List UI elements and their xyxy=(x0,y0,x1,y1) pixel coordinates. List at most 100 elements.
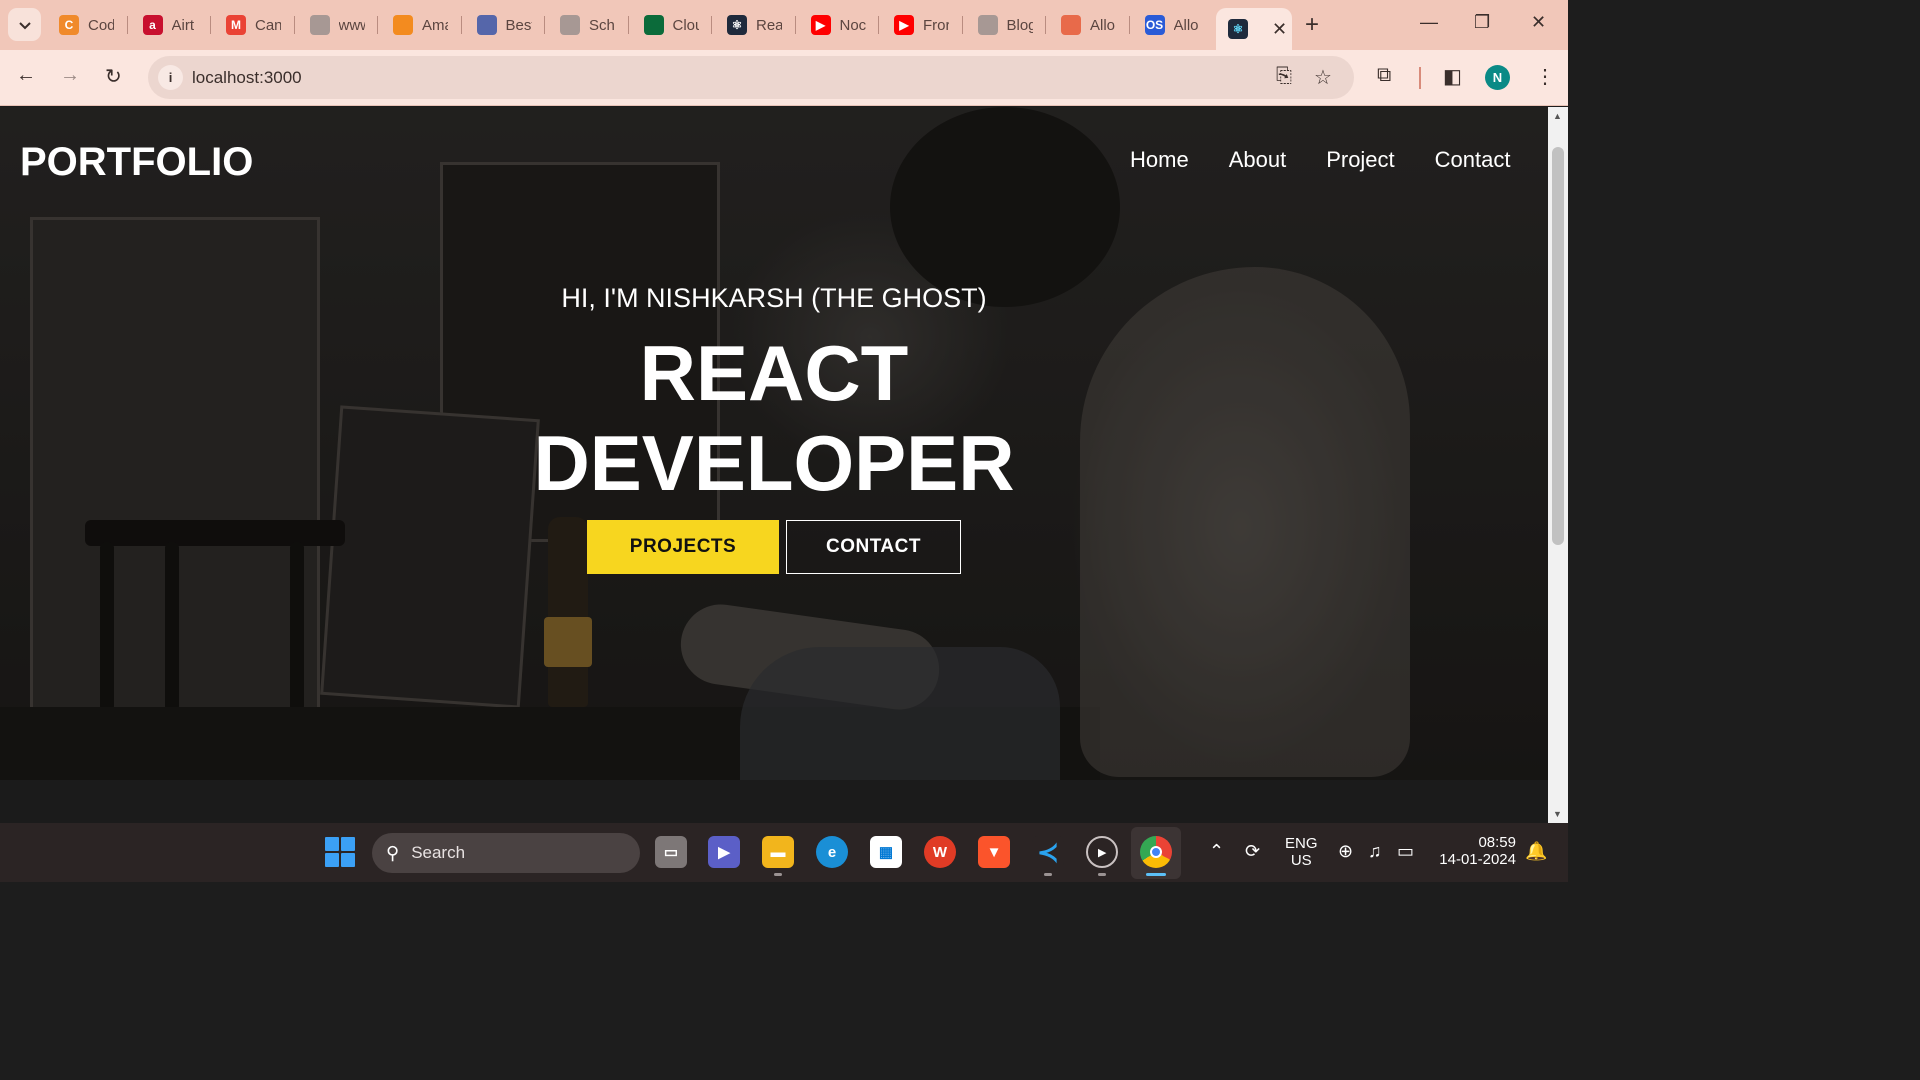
hero-section: PORTFOLIO Home About Project Contact HI,… xyxy=(0,107,1548,780)
tab-1[interactable]: a Airt xyxy=(129,8,198,42)
windows-start-icon[interactable] xyxy=(325,837,355,867)
new-tab-button[interactable]: + xyxy=(1305,11,1319,39)
tab-separator xyxy=(878,16,879,34)
windows-taskbar: ⚲ Search ▭ ▶ ▬ e ▦ W ▼ ≺ ▸ ⌃ ⟳ ENG US ⊕ … xyxy=(0,823,1568,882)
language-code: ENG xyxy=(1285,835,1318,852)
next-section xyxy=(0,780,1548,823)
install-app-icon[interactable]: ⎘ xyxy=(1276,65,1292,88)
extensions-icon[interactable]: ⧉ xyxy=(1377,64,1391,87)
tab-separator xyxy=(126,16,128,34)
brave-browser-icon[interactable]: ▼ xyxy=(978,836,1010,868)
tab-label: Blog xyxy=(1006,16,1033,34)
site-icon xyxy=(476,15,497,35)
vscode-icon[interactable]: ≺ xyxy=(1032,836,1064,868)
taskbar-search-placeholder: Search xyxy=(411,843,466,862)
chrome-icon[interactable] xyxy=(1140,836,1172,868)
codechef-icon: C xyxy=(59,15,79,35)
tab-label: Rea xyxy=(756,16,782,34)
taskbar-search[interactable]: ⚲ Search xyxy=(372,833,640,873)
minimize-icon[interactable]: — xyxy=(1420,12,1438,33)
mongodb-icon xyxy=(643,15,664,35)
back-arrow-icon[interactable]: ← xyxy=(16,64,36,87)
tab-active[interactable]: ⚛ ✕ xyxy=(1216,8,1292,50)
react-icon: ⚛ xyxy=(1228,19,1248,39)
more-menu-icon[interactable]: ⋮ xyxy=(1535,64,1555,89)
network-globe-icon[interactable]: ⊕ xyxy=(1338,841,1353,862)
tab-7[interactable]: Clou xyxy=(630,8,699,42)
tab-4[interactable]: Ama xyxy=(379,8,448,42)
scroll-up-icon[interactable]: ▲ xyxy=(1553,111,1562,121)
edge-browser-icon[interactable]: e xyxy=(816,836,848,868)
notification-bell-icon[interactable]: 🔔 xyxy=(1525,841,1547,862)
address-bar[interactable]: i localhost:3000 ⎘ ☆ xyxy=(148,56,1354,99)
tab-label: Cod xyxy=(88,16,114,34)
side-panel-icon[interactable]: ◧ xyxy=(1443,64,1462,89)
globe-icon xyxy=(977,15,998,35)
tab-8[interactable]: ⚛ Rea xyxy=(713,8,782,42)
globe-icon xyxy=(560,15,580,35)
tab-12[interactable]: Allo xyxy=(1047,8,1116,42)
hero-text-block: HI, I'M NISHKARSH (THE GHOST) REACT DEVE… xyxy=(0,283,1548,508)
tab-label: Airt xyxy=(171,16,195,34)
tab-separator xyxy=(293,16,295,34)
hero-title-line-1: REACT xyxy=(639,329,909,417)
tab-3[interactable]: www xyxy=(296,8,365,42)
tab-5[interactable]: Best xyxy=(463,8,532,42)
microsoft-store-icon[interactable]: ▦ xyxy=(870,836,902,868)
teams-chat-icon[interactable]: ▶ xyxy=(708,836,740,868)
volume-icon[interactable]: ♫ xyxy=(1368,841,1382,862)
tab-9[interactable]: ▶ Noc xyxy=(797,8,866,42)
tab-separator xyxy=(627,16,629,34)
clock[interactable]: 08:59 14-01-2024 xyxy=(1436,834,1516,868)
media-player-icon[interactable]: ▸ xyxy=(1086,836,1118,868)
forward-arrow-icon[interactable]: → xyxy=(60,64,80,87)
task-view-icon[interactable]: ▭ xyxy=(655,836,687,868)
sync-icon[interactable]: ⟳ xyxy=(1245,841,1260,862)
tab-6[interactable]: Sch xyxy=(546,8,615,42)
tab-separator xyxy=(961,16,963,34)
tab-search-button[interactable] xyxy=(8,8,41,41)
page-scrollbar[interactable]: ▲ ▼ xyxy=(1548,107,1568,823)
reload-icon[interactable]: ↻ xyxy=(105,64,122,89)
file-explorer-icon[interactable]: ▬ xyxy=(762,836,794,868)
search-icon: ⚲ xyxy=(386,842,400,863)
tab-2[interactable]: M Can xyxy=(212,8,281,42)
tab-11[interactable]: Blog xyxy=(964,8,1033,42)
clock-time: 08:59 xyxy=(1478,834,1516,851)
tab-label: Allo xyxy=(1090,16,1116,34)
site-info-icon[interactable]: i xyxy=(158,65,183,90)
tab-label: Fror xyxy=(923,16,949,34)
close-tab-icon[interactable]: ✕ xyxy=(1272,19,1287,40)
profile-avatar[interactable]: N xyxy=(1485,65,1510,90)
nav-link-home[interactable]: Home xyxy=(1130,147,1189,173)
tab-separator xyxy=(377,16,378,34)
tab-label: Best xyxy=(505,16,532,34)
tab-label: Can xyxy=(255,16,281,34)
chevron-down-icon xyxy=(18,21,31,29)
battery-icon[interactable]: ▭ xyxy=(1397,841,1414,862)
wps-office-icon[interactable]: W xyxy=(924,836,956,868)
restore-icon[interactable]: ❐ xyxy=(1474,12,1490,33)
bookmark-star-icon[interactable]: ☆ xyxy=(1314,65,1332,90)
scrollbar-thumb[interactable] xyxy=(1552,147,1564,545)
nav-link-contact[interactable]: Contact xyxy=(1435,147,1511,173)
site-logo[interactable]: PORTFOLIO xyxy=(20,140,253,185)
tab-separator xyxy=(794,16,796,34)
react-icon: ⚛ xyxy=(727,15,747,35)
tab-13[interactable]: OS Allo xyxy=(1131,8,1200,42)
projects-button[interactable]: PROJECTS xyxy=(587,520,779,574)
nav-link-project[interactable]: Project xyxy=(1326,147,1394,173)
show-hidden-icons-chevron[interactable]: ⌃ xyxy=(1209,841,1224,862)
language-indicator[interactable]: ENG US xyxy=(1285,835,1318,869)
browser-tab-strip: C Cod a Airt M Can www Ama Best Sch Clou ⚛ Rea ▶ Noc ▶ F… xyxy=(0,0,1568,50)
tab-0[interactable]: C Cod xyxy=(45,8,114,42)
tab-10[interactable]: ▶ Fror xyxy=(880,8,949,42)
close-window-icon[interactable]: ✕ xyxy=(1531,12,1546,33)
url-text[interactable]: localhost:3000 xyxy=(192,68,302,88)
contact-button[interactable]: CONTACT xyxy=(786,520,961,574)
nav-link-about[interactable]: About xyxy=(1229,147,1287,173)
airtel-icon: a xyxy=(142,15,163,35)
scroll-down-icon[interactable]: ▼ xyxy=(1553,809,1562,819)
rainbow-icon xyxy=(1061,15,1081,35)
hero-title-line-2: DEVELOPER xyxy=(533,419,1015,507)
